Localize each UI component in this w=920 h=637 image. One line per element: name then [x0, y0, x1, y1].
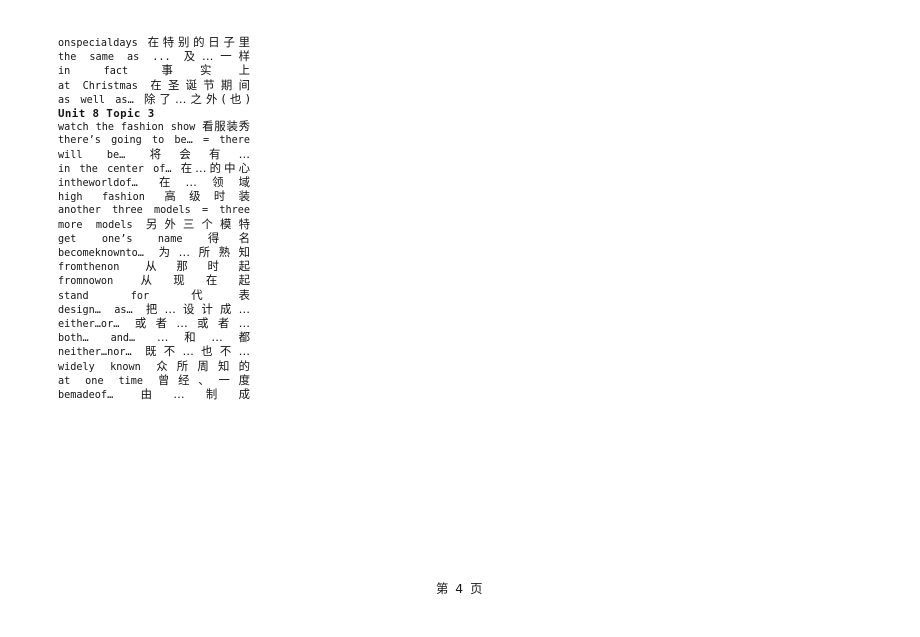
vocab-entry-gap [145, 192, 164, 203]
vocab-entry-gap [135, 333, 157, 344]
vocab-entry: high fashion 高级时装 [58, 190, 250, 204]
vocab-entry-gap [132, 347, 145, 358]
vocab-entry: bemadeof… 由…制成 [58, 387, 250, 402]
vocab-entry-english: fromthenon [58, 262, 120, 274]
vocab-entry: intheworldof… 在…领域 [58, 175, 250, 190]
vocab-entry-chinese: 看服装秀 [202, 119, 250, 134]
vocab-entry: design… as… 把…设计成… [58, 301, 250, 317]
vocab-entry-chinese: 在圣诞节期间 [150, 77, 250, 92]
vocab-entry-english: get one’s name [58, 233, 183, 245]
vocab-entry: another three models = three more models… [58, 204, 250, 231]
vocab-entry-english: at Christmas [58, 80, 138, 92]
vocab-entry-gap [113, 276, 140, 287]
vocab-entry-chinese: 在…领域 [159, 175, 250, 190]
vocab-entry: in the center of… 在…的中心 [58, 160, 250, 176]
vocab-entry-english: at one time [58, 375, 144, 387]
vocab-entry: either…or… 或者…或者… [58, 316, 250, 331]
vocab-entry-english: both… and… [58, 333, 136, 345]
vocab-entry-chinese: 高级时装 [164, 189, 250, 204]
vocab-entry-chinese: 曾经、一度 [157, 372, 251, 387]
vocab-entry-english: onspecialdays [58, 38, 138, 49]
vocab-entry: in fact 事实上 [58, 64, 250, 78]
vocab-entry-english: high fashion [58, 192, 145, 204]
vocab-entry: fromnowon 从现在起 [58, 274, 250, 288]
vocab-entry-english: watch the fashion show [58, 122, 196, 134]
vocab-entry-chinese: 除了…之外(也) [143, 91, 250, 106]
vocab-entry-gap [138, 38, 148, 49]
vocab-entry-chinese: 从那时起 [145, 259, 250, 274]
vocabulary-list: onspecialdays 在特别的日子里 the same as ... 及…一… [58, 35, 251, 402]
vocab-entry-english: bemadeof… [58, 390, 114, 402]
vocab-entry-chinese: 既不…也不… [145, 344, 250, 359]
vocab-entry: both… and… …和…都 [58, 331, 250, 345]
vocab-entry-english: design… as… [58, 304, 133, 316]
vocab-entry-chinese: 另外三个模特 [145, 216, 250, 231]
vocab-entry-gap [149, 291, 191, 302]
vocab-entry-gap [138, 178, 159, 189]
vocab-entry-english: intheworldof… [58, 178, 138, 190]
vocab-entry-gap [182, 234, 207, 245]
vocab-entry: neither…nor… 既不…也不… [58, 345, 250, 359]
document-page: onspecialdays 在特别的日子里 the same as ... 及…一… [0, 0, 920, 637]
vocab-entry-gap [125, 150, 149, 161]
page-footer: 第 4 页 [435, 581, 485, 596]
vocab-entry-gap [171, 52, 184, 63]
vocab-entry: at one time 曾经、一度 [58, 372, 251, 388]
vocab-entry-gap [141, 362, 156, 373]
vocab-entry-chinese: 及…一样 [183, 49, 250, 64]
vocab-entry-gap [133, 220, 146, 231]
vocab-entry: at Christmas 在圣诞节期间 [58, 77, 250, 93]
vocab-entry: as well as… 除了…之外(也) [58, 91, 250, 107]
vocab-entry: onspecialdays 在特别的日子里 [58, 35, 250, 50]
vocab-entry-english: stand for [58, 290, 150, 302]
vocab-entry-chinese: 把…设计成… [145, 301, 250, 316]
vocab-entry-english: fromnowon [58, 276, 114, 288]
vocab-entry-chinese: 事实上 [161, 63, 250, 78]
vocab-entry-english: neither…nor… [58, 347, 132, 359]
vocab-entry: there’s going to be… = there will be… 将会… [58, 134, 250, 161]
vocab-entry-chinese: 众所周知的 [156, 358, 250, 373]
vocab-entry-english: widely known [58, 361, 141, 373]
vocab-entry-gap [144, 248, 159, 259]
vocab-heading-text: Unit 8 Topic 3 [58, 107, 155, 121]
vocab-entry-gap [128, 66, 161, 77]
vocab-entry-chinese: 从现在起 [140, 273, 250, 288]
vocab-entry: stand for 代表 [58, 287, 250, 303]
vocab-entry: the same as ... 及…一样 [58, 50, 250, 64]
vocab-entry-chinese: 由…制成 [140, 387, 250, 402]
vocab-entry-chinese: 或者…或者… [134, 316, 250, 331]
vocab-entry: widely known 众所周知的 [58, 358, 250, 374]
vocab-entry-gap [133, 305, 146, 316]
vocab-entry-gap [172, 164, 181, 175]
vocab-entry-gap [119, 262, 145, 273]
vocab-entry-chinese: 在特别的日子里 [147, 35, 250, 49]
vocab-entry-gap [138, 81, 150, 92]
vocab-entry-gap [134, 95, 144, 106]
vocab-entry: watch the fashion show 看服装秀 [58, 120, 250, 134]
vocab-entry: get one’s name 得名 [58, 230, 250, 246]
vocab-entry-english: as well as… [58, 94, 134, 106]
vocab-entry: fromthenon 从那时起 [58, 260, 250, 274]
vocab-entry: becomeknownto… 为…所熟知 [58, 245, 250, 260]
vocab-entry-chinese: 代表 [191, 287, 250, 302]
vocab-entry-gap [119, 319, 135, 330]
vocab-entry-english: the same as ... [58, 52, 171, 64]
vocab-entry-english: in the center of… [58, 163, 172, 175]
vocab-entry-chinese: 为…所熟知 [158, 245, 250, 260]
vocab-entry-english: in fact [58, 66, 129, 78]
vocab-entry-chinese: …和…都 [157, 330, 250, 345]
vocab-entry-gap [143, 376, 158, 387]
vocab-entry-chinese: 得名 [207, 230, 250, 245]
vocab-entry-chinese: 在…的中心 [180, 160, 250, 175]
vocab-entry-chinese: 将会有… [149, 146, 250, 161]
vocab-entry-english: becomeknownto… [58, 248, 144, 260]
vocab-entry-english: either…or… [58, 319, 120, 331]
vocab-entry-gap [113, 390, 140, 401]
